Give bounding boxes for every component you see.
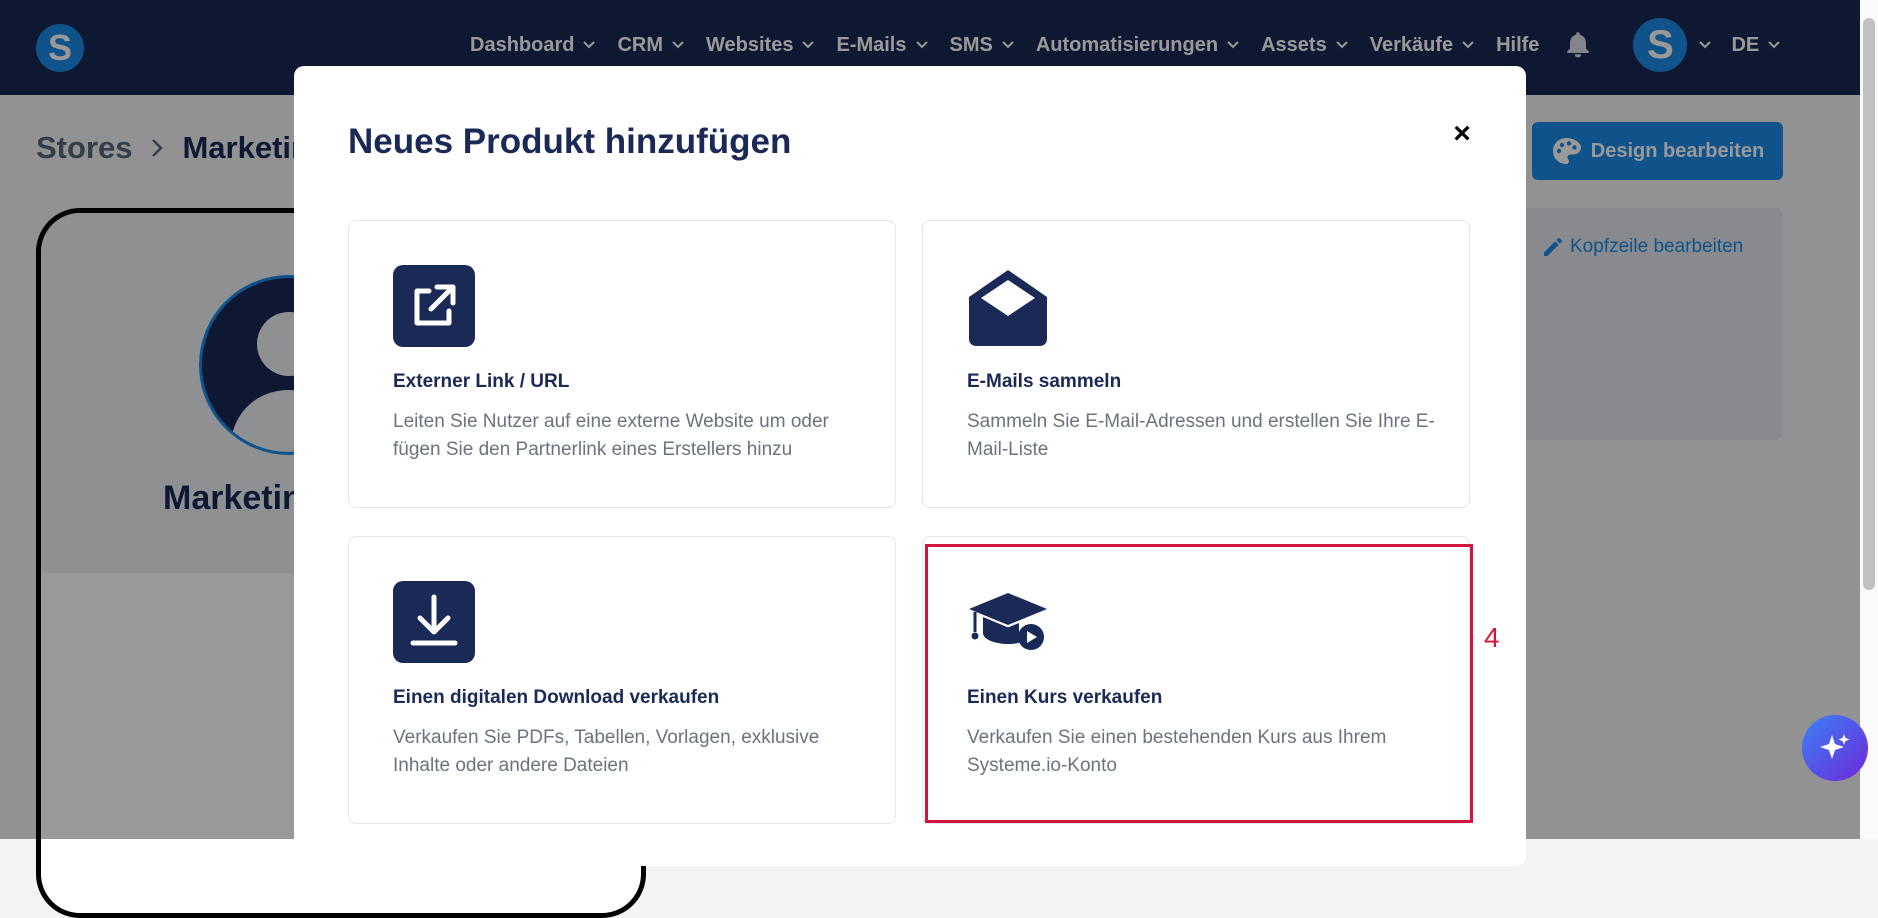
product-option-digital-download[interactable]: Einen digitalen Download verkaufen Verka… xyxy=(348,536,896,824)
card-description: Verkaufen Sie PDFs, Tabellen, Vorlagen, … xyxy=(393,727,820,776)
highlight-box xyxy=(925,544,1473,823)
scrollbar-thumb[interactable] xyxy=(1863,18,1875,590)
product-option-external-link[interactable]: Externer Link / URL Leiten Sie Nutzer au… xyxy=(348,220,896,508)
sparkles-icon xyxy=(1820,734,1850,759)
modal-title: Neues Produkt hinzufügen xyxy=(348,122,792,161)
card-description: Sammeln Sie E-Mail-Adressen und erstelle… xyxy=(967,411,1435,460)
card-title: Externer Link / URL xyxy=(393,371,570,392)
highlight-number: 4 xyxy=(1484,622,1500,653)
envelope-open-icon xyxy=(969,270,1047,346)
card-description: Leiten Sie Nutzer auf eine externe Websi… xyxy=(393,411,829,460)
ai-assistant-button[interactable] xyxy=(1802,715,1868,781)
close-button[interactable]: × xyxy=(1444,116,1480,152)
download-icon xyxy=(393,581,475,663)
product-option-collect-emails[interactable]: E-Mails sammeln Sammeln Sie E-Mail-Adres… xyxy=(922,220,1470,508)
card-title: E-Mails sammeln xyxy=(967,371,1122,392)
card-title: Einen digitalen Download verkaufen xyxy=(393,687,720,708)
external-link-icon xyxy=(393,265,475,347)
